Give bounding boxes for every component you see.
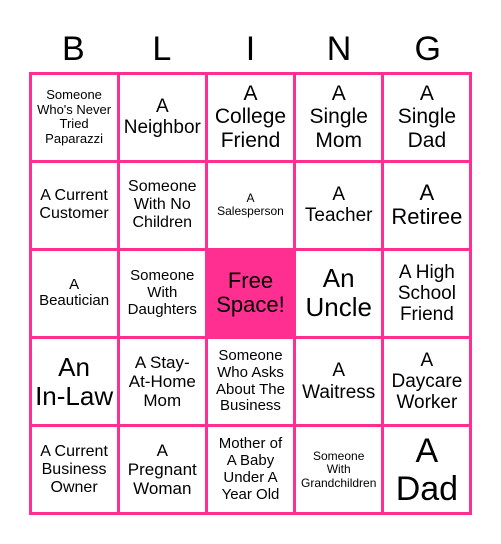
cell-text: Someone With Daughters: [127, 267, 197, 318]
header-letter-i: I: [245, 30, 256, 68]
bingo-cell[interactable]: A Pregnant Woman: [119, 427, 205, 513]
cell-text: A Stay- At-Home Mom: [128, 353, 196, 411]
bingo-cell[interactable]: A Single Mom: [296, 74, 382, 160]
cell-text: A Teacher: [304, 184, 373, 227]
header-letter-g: G: [414, 30, 441, 68]
bingo-cell[interactable]: A Teacher: [296, 162, 382, 248]
bingo-cell[interactable]: A Beautician: [31, 250, 117, 337]
cell-text: A Beautician: [39, 275, 110, 310]
bingo-cell[interactable]: Someone With No Children: [119, 162, 205, 248]
bingo-cell[interactable]: A Dad: [384, 427, 470, 513]
cell-text: A Single Mom: [309, 81, 368, 152]
bingo-cell[interactable]: A Retiree: [384, 162, 470, 248]
bingo-cell[interactable]: A High School Friend: [384, 250, 470, 337]
cell-text: A Daycare Worker: [391, 349, 463, 414]
bingo-cell[interactable]: An In-Law: [31, 339, 117, 425]
bingo-cell[interactable]: A Current Customer: [31, 162, 117, 248]
header-letter-b: B: [61, 30, 85, 68]
bingo-cell[interactable]: Mother of A Baby Under A Year Old: [207, 427, 294, 513]
cell-text: A Waitress: [302, 360, 376, 403]
bingo-cell[interactable]: A Waitress: [296, 339, 382, 425]
cell-text: A Neighbor: [123, 95, 201, 139]
cell-text: An In-Law: [35, 351, 114, 411]
cell-text: A Retiree: [391, 179, 463, 230]
cell-text: Someone Who's Never Tried Paparazzi: [37, 87, 112, 146]
cell-text: A Pregnant Woman: [127, 441, 197, 499]
free-space-cell[interactable]: Free Space!: [207, 250, 294, 337]
bingo-cell[interactable]: A Neighbor: [119, 74, 205, 160]
bingo-cell[interactable]: A Single Dad: [384, 74, 470, 160]
cell-text: Free Space!: [216, 267, 285, 318]
bingo-cell[interactable]: A Salesperson: [207, 162, 294, 248]
bingo-board: Someone Who's Never Tried Paparazzi A Ne…: [29, 72, 472, 515]
cell-text: Mother of A Baby Under A Year Old: [218, 435, 283, 503]
bingo-cell[interactable]: A Daycare Worker: [384, 339, 470, 425]
bingo-cell[interactable]: A College Friend: [207, 74, 294, 160]
cell-text: An Uncle: [305, 263, 372, 323]
cell-text: A College Friend: [214, 81, 287, 152]
bingo-cell[interactable]: Someone With Grandchildren: [296, 427, 382, 513]
header-letter-l: L: [152, 30, 172, 68]
cell-text: A Current Customer: [39, 187, 109, 223]
bingo-cell[interactable]: A Stay- At-Home Mom: [119, 339, 205, 425]
bingo-cell[interactable]: Someone Who's Never Tried Paparazzi: [31, 74, 117, 160]
cell-text: Someone Who Asks About The Business: [216, 347, 285, 415]
bingo-cell[interactable]: An Uncle: [296, 250, 382, 337]
cell-text: Someone With No Children: [128, 178, 197, 232]
cell-text: A Single Dad: [397, 81, 457, 152]
cell-text: A Current Business Owner: [40, 443, 108, 496]
bingo-cell[interactable]: Someone With Daughters: [119, 250, 205, 337]
bingo-header: B L I N G: [29, 26, 472, 72]
bingo-cell[interactable]: Someone Who Asks About The Business: [207, 339, 294, 425]
header-letter-n: N: [326, 30, 352, 68]
bingo-cell[interactable]: A Current Business Owner: [31, 427, 117, 513]
cell-text: Someone With Grandchildren: [301, 448, 377, 490]
cell-text: A Dad: [395, 431, 459, 508]
cell-text: A Salesperson: [217, 190, 284, 219]
cell-text: A High School Friend: [397, 261, 456, 326]
